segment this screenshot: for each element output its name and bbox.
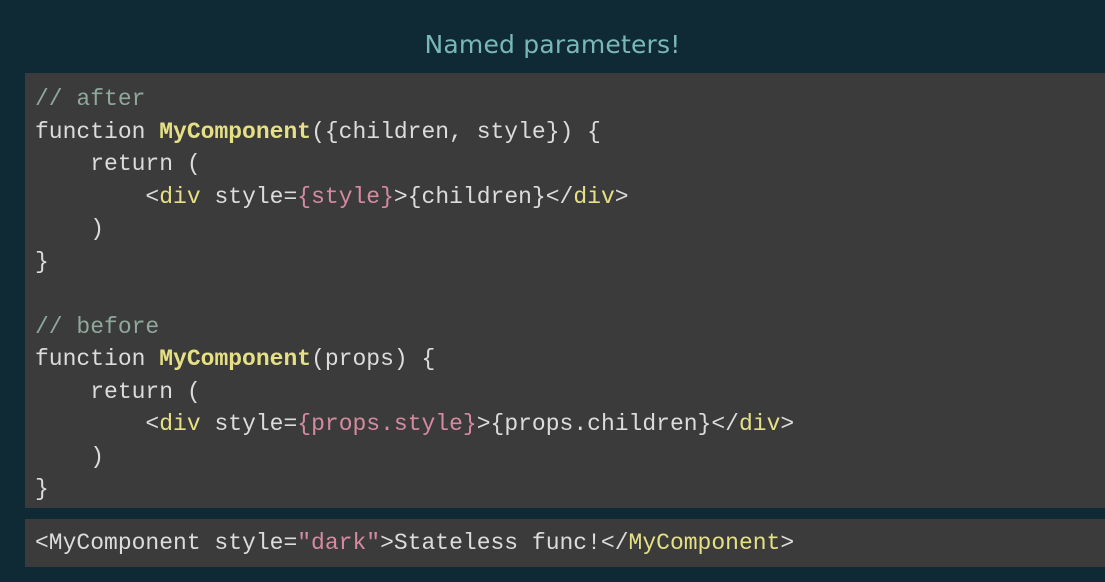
code-token-keyword: function — [35, 118, 160, 145]
code-token-plain: ) — [35, 443, 105, 470]
code-line: } — [35, 473, 794, 506]
code-token-fn: MyComponent — [159, 346, 312, 372]
code-token-plain: > — [614, 183, 629, 210]
code-token-plain: > — [780, 530, 795, 556]
code-line: return ( — [35, 148, 794, 181]
code-block: // after function MyComponent({children, … — [35, 83, 794, 506]
code-line: } — [35, 246, 794, 279]
code-line: ) — [35, 213, 794, 246]
code-token-comment: // before — [35, 313, 160, 340]
usage-panel: <MyComponent style="dark">Stateless func… — [25, 519, 1105, 567]
code-token-tag: div — [573, 183, 615, 210]
code-token-plain: >{children}</ — [393, 183, 574, 210]
code-token-plain: ) — [35, 216, 105, 242]
code-token-plain: < — [35, 183, 160, 210]
code-line: function MyComponent({children, style}) … — [35, 116, 794, 149]
slide-title: Named parameters! — [424, 30, 681, 59]
code-token-plain: (props) { — [311, 346, 436, 372]
code-panel: // after function MyComponent({children, … — [25, 73, 1105, 508]
code-token-plain: >Stateless func!</ — [380, 530, 629, 556]
code-token-fn: MyComponent — [159, 118, 312, 145]
code-token-plain: > — [780, 411, 795, 437]
code-token-plain: style= — [200, 183, 298, 210]
code-line: // before — [35, 311, 794, 344]
code-token-tag: div — [738, 411, 781, 437]
code-line: return ( — [35, 376, 794, 409]
code-token-tag: div — [159, 411, 201, 437]
code-line: // after — [35, 83, 794, 116]
code-token-plain: ({children, style}) { — [311, 118, 601, 145]
code-line: <div style={props.style}>{props.children… — [35, 408, 794, 441]
code-token-plain: < — [35, 411, 160, 437]
code-token-plain: <MyComponent style= — [35, 530, 298, 556]
code-token-tag: div — [159, 183, 201, 210]
code-token-expr: {props.style} — [297, 411, 477, 437]
code-token-plain: } — [35, 248, 49, 275]
usage-code-line: <MyComponent style="dark">Stateless func… — [35, 527, 794, 559]
code-token-plain: >{props.children}</ — [476, 411, 739, 437]
code-token-plain: style= — [200, 411, 298, 437]
code-line: <div style={style}>{children}</div> — [35, 181, 794, 214]
code-token-string: "dark" — [297, 530, 381, 556]
code-token-comment: // after — [35, 86, 146, 112]
code-token-keyword: return ( — [35, 151, 201, 177]
code-token-expr: {style} — [297, 183, 394, 210]
code-token-keyword: function — [35, 346, 160, 372]
code-token-plain: } — [35, 476, 49, 502]
code-token-tag: MyComponent — [628, 530, 781, 556]
code-token-keyword: return ( — [35, 378, 201, 405]
code-line: ) — [35, 441, 794, 474]
code-line: function MyComponent(props) { — [35, 343, 794, 376]
